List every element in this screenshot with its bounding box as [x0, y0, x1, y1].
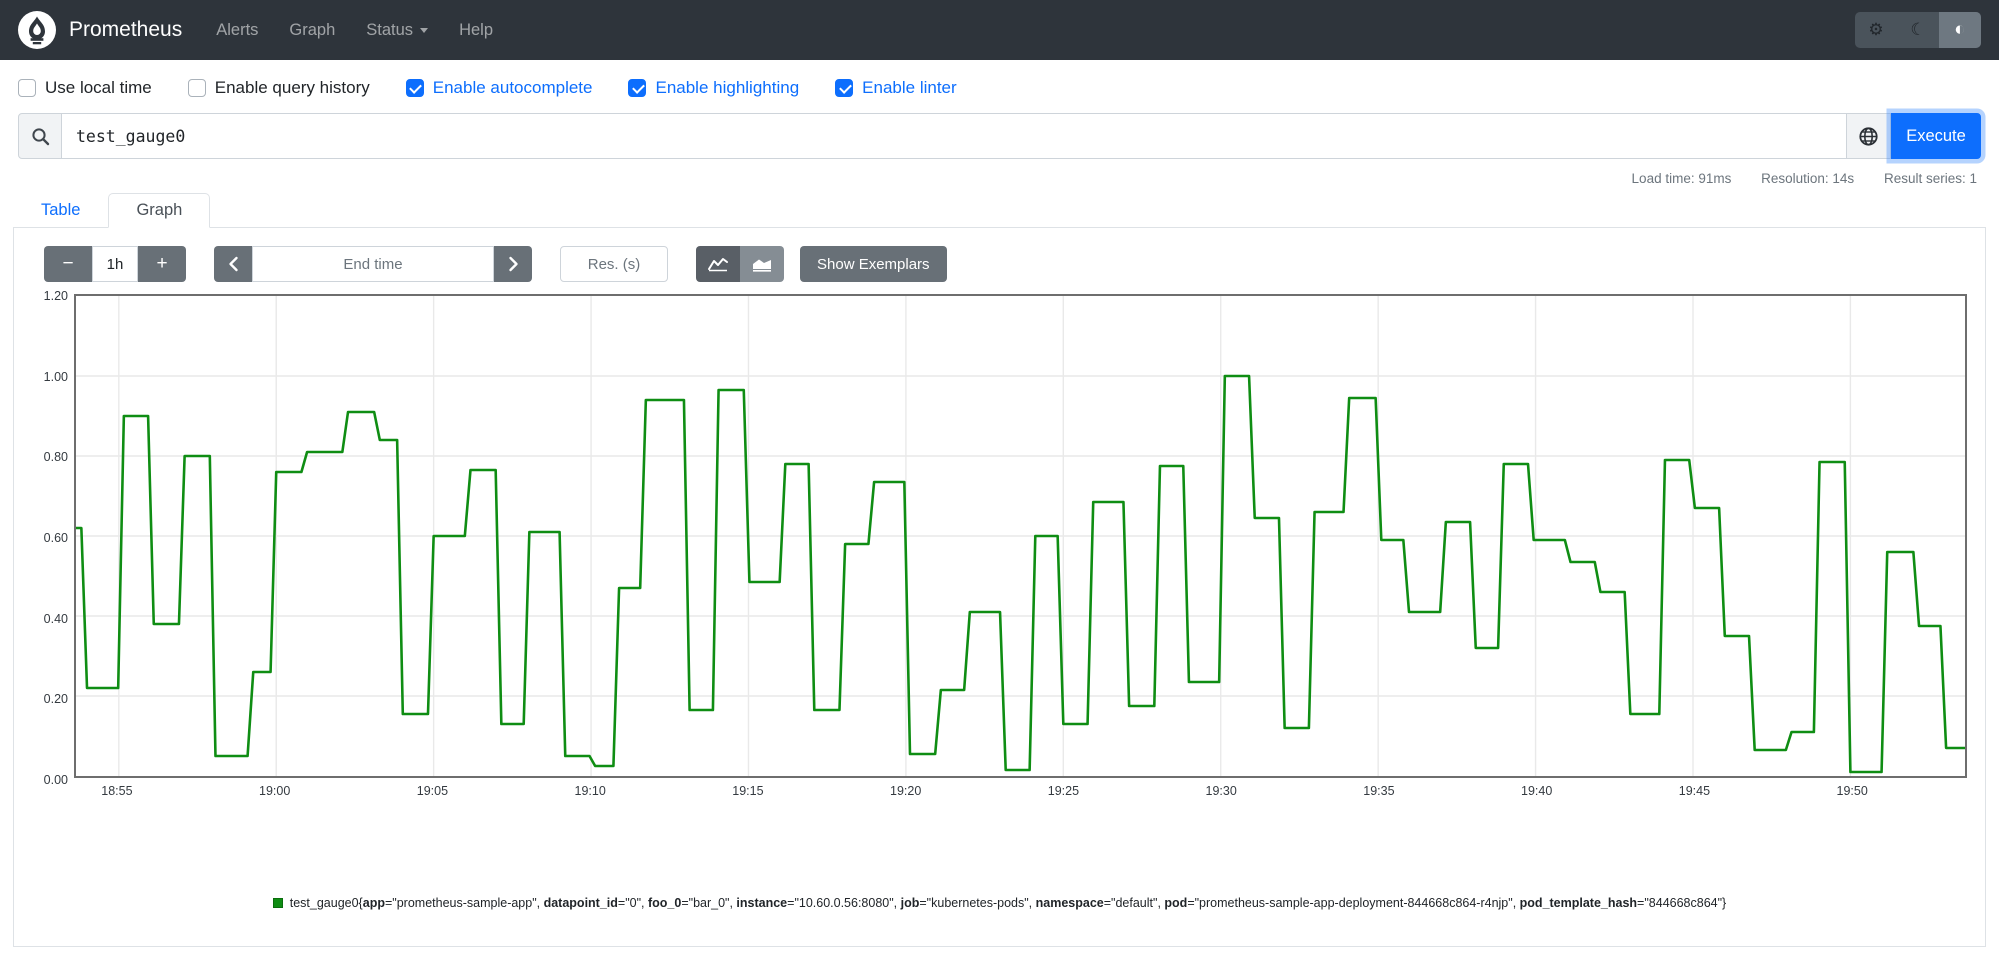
options-row: Use local time Enable query history Enab…: [0, 60, 1999, 113]
nav-item-help[interactable]: Help: [459, 21, 493, 40]
range-increase-button[interactable]: +: [138, 246, 186, 282]
moon-icon: ☾: [1910, 20, 1926, 39]
nav-item-graph[interactable]: Graph: [289, 21, 335, 40]
query-stats: Load time: 91ms Resolution: 14s Result s…: [0, 171, 1977, 186]
half-circle-icon: ◐: [1954, 19, 1966, 40]
x-tick-label: 19:35: [1363, 784, 1395, 798]
line-chart-toggle-button[interactable]: [696, 246, 740, 282]
x-tick-label: 19:25: [1047, 784, 1080, 798]
checkbox-enable-query-history[interactable]: Enable query history: [187, 78, 370, 98]
chevron-left-icon: [228, 256, 238, 272]
series-color-swatch: [272, 898, 283, 908]
stacked-chart-icon: [753, 259, 771, 272]
tab-table[interactable]: Table: [13, 193, 108, 228]
graph-plot[interactable]: [74, 294, 1967, 778]
navbar: Prometheus Alerts Graph Status Help ⚙ ☾ …: [0, 0, 1999, 60]
checkbox-icon[interactable]: [18, 79, 36, 97]
chart: 0.00 0.20 0.40 0.60 0.80 1.00 1.20 18:55 19:00 1…: [32, 289, 1967, 804]
end-time-control-group: [214, 246, 532, 282]
range-input[interactable]: [92, 246, 138, 282]
x-tick-label: 19:45: [1678, 784, 1711, 798]
gear-icon: ⚙: [1868, 20, 1884, 39]
chart-type-toggle-group: [696, 246, 784, 282]
x-tick-label: 19:30: [1205, 784, 1237, 798]
range-decrease-button[interactable]: −: [44, 246, 92, 282]
y-tick-label: 0.00: [43, 773, 68, 787]
prometheus-logo-icon: [18, 11, 56, 49]
panel-tabs: Table Graph: [13, 193, 1986, 228]
nav-item-status[interactable]: Status: [366, 21, 429, 40]
load-time-stat: Load time: 91ms: [1631, 171, 1732, 186]
x-tick-label: 19:05: [416, 784, 449, 798]
end-time-back-button[interactable]: [214, 246, 252, 282]
nav-item-alerts[interactable]: Alerts: [216, 21, 258, 40]
y-axis-labels: 0.00 0.20 0.40 0.60 0.80 1.00 1.20: [32, 289, 74, 804]
x-tick-label: 19:40: [1521, 784, 1553, 798]
y-tick-label: 0.80: [43, 450, 68, 465]
stacked-chart-toggle-button[interactable]: [740, 246, 784, 282]
chevron-right-icon: [508, 256, 518, 272]
globe-icon: [1859, 126, 1878, 146]
end-time-input[interactable]: [252, 246, 494, 282]
result-series-stat: Result series: 1: [1883, 171, 1977, 186]
theme-light-button[interactable]: ⚙: [1855, 12, 1897, 48]
graph-controls: − +: [44, 246, 1969, 282]
execute-button[interactable]: Execute: [1891, 113, 1981, 159]
series-line: [76, 374, 1965, 774]
dropdown-caret-icon: [420, 27, 429, 33]
graph-legend: test_gauge0{app="prometheus-sample-app",…: [30, 896, 1969, 910]
theme-dark-button[interactable]: ☾: [1897, 12, 1939, 48]
range-control-group: − +: [44, 246, 186, 282]
x-tick-label: 18:55: [101, 784, 133, 798]
y-tick-label: 0.40: [43, 611, 68, 626]
nav-links: Alerts Graph Status Help: [216, 21, 524, 40]
checkbox-enable-linter[interactable]: Enable linter: [835, 78, 957, 98]
brand-link[interactable]: Prometheus: [18, 11, 182, 49]
theme-toggle-group: ⚙ ☾ ◐: [1855, 12, 1981, 48]
x-tick-label: 19:00: [259, 784, 291, 798]
brand-title: Prometheus: [69, 18, 183, 41]
resolution-input[interactable]: [560, 246, 668, 282]
search-icon: [31, 127, 49, 145]
show-exemplars-button[interactable]: Show Exemplars: [800, 246, 947, 282]
checkbox-icon[interactable]: [405, 79, 424, 97]
x-tick-label: 19:20: [890, 784, 922, 798]
y-tick-label: 1.20: [43, 289, 68, 303]
y-tick-label: 0.20: [43, 692, 68, 707]
series-label-text: test_gauge0{app="prometheus-sample-app",…: [289, 896, 1727, 910]
y-tick-label: 1.00: [43, 369, 68, 384]
x-axis-labels: 18:55 19:00 19:05 19:10 19:15 19:20 19:25 19:30…: [74, 778, 1967, 804]
checkbox-use-local-time[interactable]: Use local time: [18, 78, 152, 98]
checkbox-icon[interactable]: [628, 79, 647, 97]
resolution-stat: Resolution: 14s: [1761, 171, 1855, 186]
checkbox-icon[interactable]: [187, 79, 206, 97]
checkbox-enable-autocomplete[interactable]: Enable autocomplete: [405, 78, 592, 98]
x-tick-label: 19:10: [574, 784, 606, 798]
metrics-explorer-button[interactable]: [1847, 113, 1891, 159]
search-addon: [18, 113, 62, 159]
checkbox-enable-highlighting[interactable]: Enable highlighting: [628, 78, 799, 98]
query-expression-input[interactable]: [62, 113, 1847, 159]
end-time-forward-button[interactable]: [494, 246, 532, 282]
plot-outer: 18:55 19:00 19:05 19:10 19:15 19:20 19:25 19:30…: [74, 294, 1967, 804]
query-row: Execute: [18, 113, 1981, 159]
theme-auto-button[interactable]: ◐: [1939, 12, 1981, 48]
y-tick-label: 0.60: [43, 531, 68, 545]
checkbox-icon[interactable]: [835, 79, 854, 97]
x-tick-label: 19:15: [732, 784, 764, 798]
graph-panel: − +: [13, 227, 1986, 947]
line-chart-icon: [708, 258, 728, 272]
x-tick-label: 19:50: [1836, 784, 1868, 798]
legend-item[interactable]: test_gauge0{app="prometheus-sample-app",…: [272, 896, 1727, 910]
tab-graph[interactable]: Graph: [108, 193, 211, 228]
